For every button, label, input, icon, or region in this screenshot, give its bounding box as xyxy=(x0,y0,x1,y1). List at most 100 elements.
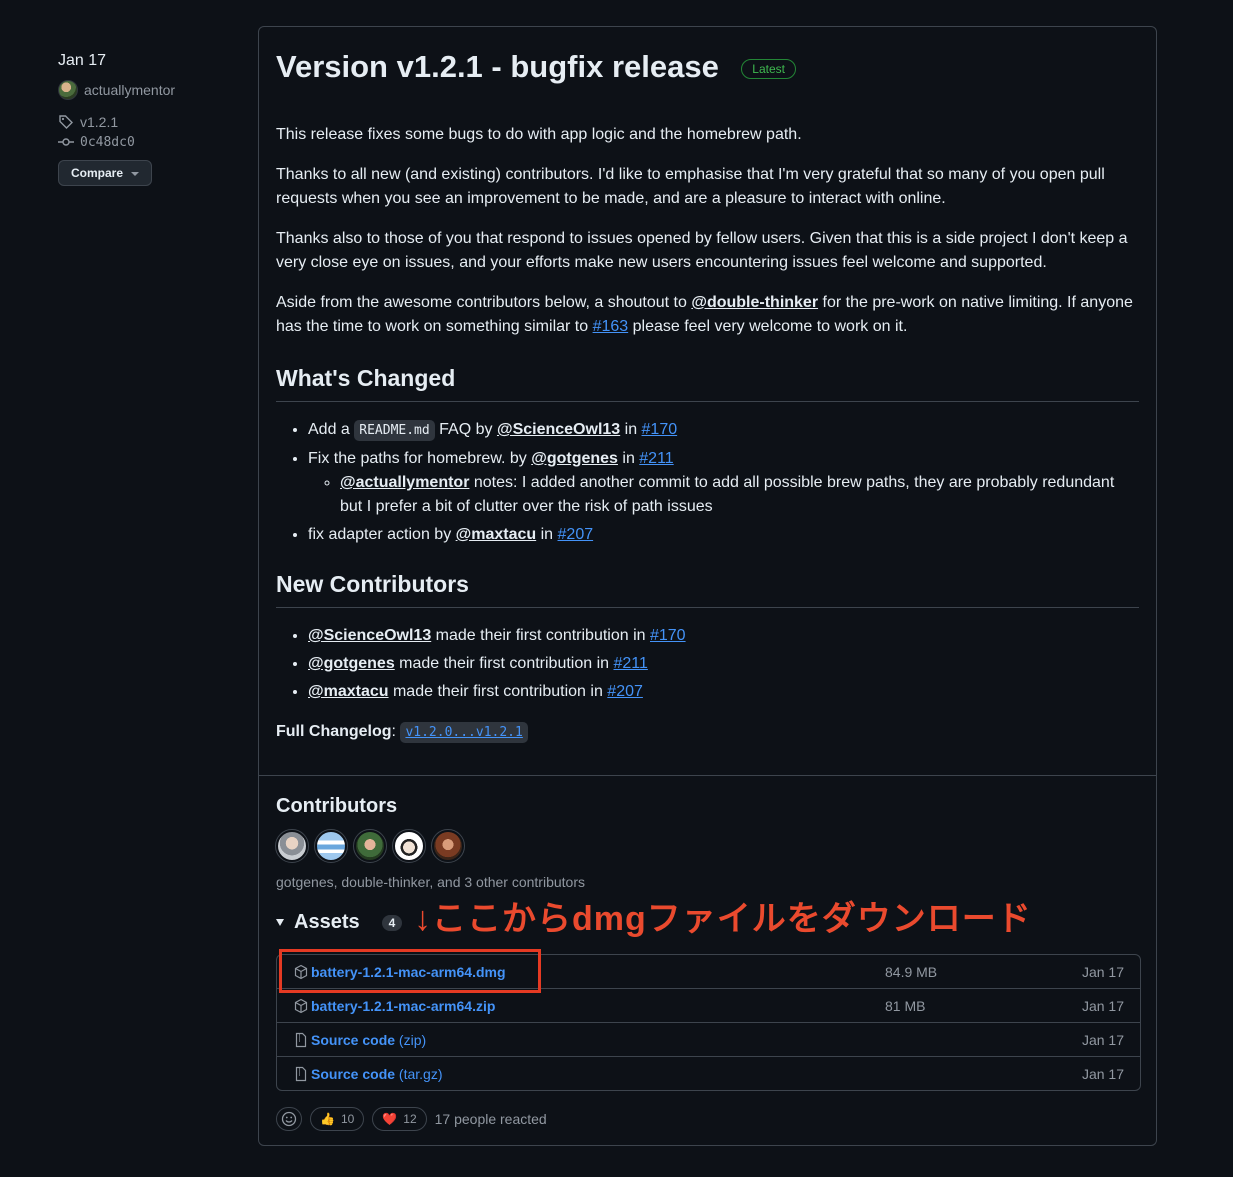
author-link[interactable]: actuallymentor xyxy=(58,80,248,100)
item-text: made their first contribution in xyxy=(431,627,650,644)
assets-count-badge: 4 xyxy=(381,914,403,931)
release-date: Jan 17 xyxy=(58,52,107,69)
item-text: in xyxy=(536,526,558,543)
thumbs-up-reaction[interactable]: 👍 10 xyxy=(310,1107,365,1131)
pr-link[interactable]: #170 xyxy=(650,627,686,644)
contributor-avatar[interactable] xyxy=(431,829,465,863)
full-changelog: Full Changelog: v1.2.0...v1.2.1 xyxy=(276,720,1139,745)
user-mention[interactable]: @maxtacu xyxy=(308,683,389,700)
paragraph-text: please feel very welcome to work on it. xyxy=(628,318,908,335)
contributors-summary: gotgenes, double-thinker, and 3 other co… xyxy=(276,874,585,890)
release-paragraph-4: Aside from the awesome contributors belo… xyxy=(276,291,1139,339)
user-mention[interactable]: @double-thinker xyxy=(691,294,818,311)
new-contributors-section: New Contributors @ScienceOwl13 made thei… xyxy=(276,571,1139,745)
inline-code: README.md xyxy=(354,420,435,441)
heart-reaction[interactable]: ❤️ 12 xyxy=(372,1107,427,1131)
release-paragraph-1: This release fixes some bugs to do with … xyxy=(276,126,802,143)
triangle-down-icon xyxy=(276,919,284,926)
whats-changed-section: What's Changed Add a README.md FAQ by @S… xyxy=(276,365,1139,551)
issue-link[interactable]: #163 xyxy=(593,318,629,335)
release-paragraph-2: Thanks to all new (and existing) contrib… xyxy=(276,166,1105,207)
new-contributors-list: @ScienceOwl13 made their first contribut… xyxy=(276,624,1139,704)
list-item: @maxtacu made their first contribution i… xyxy=(308,680,1139,704)
chevron-down-icon xyxy=(131,171,140,176)
list-item: @gotgenes made their first contribution … xyxy=(308,652,1139,676)
asset-date: Jan 17 xyxy=(1081,1065,1124,1082)
sub-list: @actuallymentor notes: I added another c… xyxy=(308,471,1139,519)
asset-link[interactable]: battery-1.2.1-mac-arm64.zip xyxy=(311,998,495,1014)
contributors-heading: Contributors xyxy=(276,795,398,817)
user-mention[interactable]: @gotgenes xyxy=(531,450,618,467)
changelog-label: Full Changelog xyxy=(276,723,392,740)
contributor-avatars xyxy=(275,829,1139,863)
whats-changed-heading: What's Changed xyxy=(276,365,1139,402)
compare-button[interactable]: Compare xyxy=(58,160,153,186)
heart-icon: ❤️ xyxy=(382,1112,398,1126)
reaction-count: 12 xyxy=(403,1112,417,1126)
item-text: Fix the paths for homebrew. by xyxy=(308,450,532,467)
pr-link[interactable]: #207 xyxy=(558,526,594,543)
tag-icon xyxy=(59,115,73,129)
contributor-avatar[interactable] xyxy=(314,829,348,863)
list-item: Fix the paths for homebrew. by @gotgenes… xyxy=(308,447,1139,519)
package-icon xyxy=(293,998,309,1014)
contributor-avatar[interactable] xyxy=(275,829,309,863)
user-mention[interactable]: @maxtacu xyxy=(456,526,537,543)
pr-link[interactable]: #170 xyxy=(642,421,678,438)
asset-format[interactable]: (tar.gz) xyxy=(395,1066,443,1082)
new-contributors-heading: New Contributors xyxy=(276,571,1139,608)
release-sidebar: Jan 17 actuallymentor v1.2.1 0c48dc0 Com… xyxy=(58,52,248,186)
item-text: in xyxy=(620,421,642,438)
asset-name[interactable]: Source code xyxy=(311,1066,395,1082)
assets-heading[interactable]: Assets xyxy=(294,911,360,934)
contributors-section: Contributors gotgenes, double-thinker, a… xyxy=(275,795,1139,890)
reactions-summary: 17 people reacted xyxy=(434,1111,547,1127)
asset-link[interactable]: battery-1.2.1-mac-arm64.dmg xyxy=(311,964,506,980)
asset-link[interactable]: Source code (zip) xyxy=(311,1032,426,1048)
pr-link[interactable]: #211 xyxy=(639,450,673,467)
contributor-avatar[interactable] xyxy=(353,829,387,863)
user-mention[interactable]: @ScienceOwl13 xyxy=(497,421,620,438)
reaction-count: 10 xyxy=(340,1112,355,1126)
release-header: Version v1.2.1 - bugfix release Latest xyxy=(276,49,1139,85)
pr-link[interactable]: #207 xyxy=(607,683,643,700)
list-item: Add a README.md FAQ by @ScienceOwl13 in … xyxy=(308,418,1139,443)
assets-list: battery-1.2.1-mac-arm64.dmg 84.9 MB Jan … xyxy=(276,954,1141,1091)
tag-name[interactable]: v1.2.1 xyxy=(80,114,118,130)
changelog-link[interactable]: v1.2.0...v1.2.1 xyxy=(400,722,528,743)
asset-size: 84.9 MB xyxy=(885,963,938,980)
release-title[interactable]: Version v1.2.1 - bugfix release xyxy=(276,49,719,85)
asset-date: Jan 17 xyxy=(1081,997,1124,1014)
asset-date: Jan 17 xyxy=(1081,963,1124,980)
item-text: made their first contribution in xyxy=(394,655,614,672)
author-name[interactable]: actuallymentor xyxy=(84,82,175,98)
asset-format[interactable]: (zip) xyxy=(395,1032,426,1048)
asset-link[interactable]: Source code (tar.gz) xyxy=(311,1066,443,1082)
smiley-icon xyxy=(281,1111,297,1127)
file-zip-icon xyxy=(293,1066,309,1082)
asset-date: Jan 17 xyxy=(1081,1031,1124,1048)
asset-row: Source code (zip) Jan 17 xyxy=(277,1022,1140,1056)
asset-size: 81 MB xyxy=(885,997,926,1014)
item-text: fix adapter action by xyxy=(308,526,456,543)
pr-link[interactable]: #211 xyxy=(613,655,647,672)
git-commit-icon xyxy=(58,138,74,146)
user-mention[interactable]: @actuallymentor xyxy=(340,474,469,491)
changes-list: Add a README.md FAQ by @ScienceOwl13 in … xyxy=(276,418,1139,547)
package-icon xyxy=(293,964,309,980)
add-reaction-button[interactable] xyxy=(276,1107,302,1131)
item-text: Add a xyxy=(308,421,355,438)
commit-sha[interactable]: 0c48dc0 xyxy=(80,135,135,150)
asset-row: battery-1.2.1-mac-arm64.dmg 84.9 MB Jan … xyxy=(277,955,1140,988)
contributor-avatar[interactable] xyxy=(392,829,426,863)
release-card: Version v1.2.1 - bugfix release Latest T… xyxy=(258,26,1157,1146)
asset-name[interactable]: Source code xyxy=(311,1032,395,1048)
item-text: FAQ by xyxy=(434,421,497,438)
download-annotation: ↓ここからdmgファイルをダウンロード xyxy=(414,900,1032,938)
commit-link[interactable]: 0c48dc0 xyxy=(58,134,248,150)
asset-row: battery-1.2.1-mac-arm64.zip 81 MB Jan 17 xyxy=(277,988,1140,1022)
user-mention[interactable]: @ScienceOwl13 xyxy=(308,627,431,644)
user-mention[interactable]: @gotgenes xyxy=(308,655,395,672)
tag-link[interactable]: v1.2.1 xyxy=(58,114,248,130)
reactions-bar: 👍 10 ❤️ 12 17 people reacted xyxy=(276,1107,547,1131)
